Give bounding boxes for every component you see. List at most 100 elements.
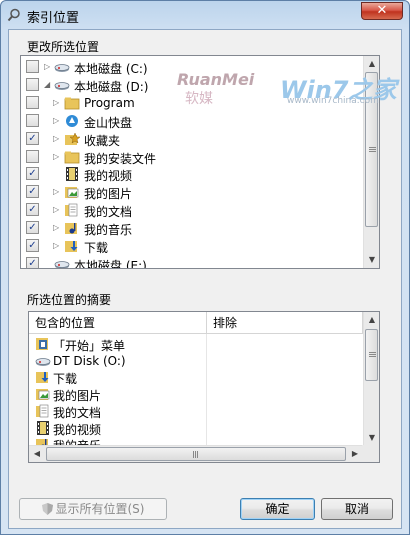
ok-button[interactable]: 确定 [240, 498, 315, 520]
tree-item-label: 本地磁盘 (C:) [74, 62, 148, 76]
folder-icon [64, 96, 80, 110]
table-row[interactable]: 下载 [29, 369, 359, 386]
column-header-excluded[interactable]: 排除 [207, 312, 363, 334]
show-all-label: 显示所有位置(S) [55, 502, 145, 516]
hard-drive-icon [54, 60, 70, 74]
magnifier-icon [7, 8, 20, 22]
tree-item-checkbox[interactable]: ✓ [26, 239, 39, 252]
collapsed-arrow-icon[interactable]: ▷ [53, 133, 61, 144]
cancel-button[interactable]: 取消 [321, 498, 393, 520]
collapsed-arrow-icon[interactable]: ▷ [44, 61, 52, 72]
table-row[interactable]: 我的图片 [29, 386, 359, 403]
kuaipan-icon [64, 114, 80, 128]
tree-item-checkbox[interactable]: ✓ [26, 256, 39, 268]
watermark-brand: RuanMei [177, 70, 255, 89]
tree-item-checkbox[interactable] [26, 113, 39, 127]
change-locations-label: 更改所选位置 [27, 40, 100, 54]
window-title: 索引位置 [27, 11, 80, 26]
tree-item[interactable]: ✓ ▷ 我的文档 [21, 201, 364, 219]
watermark: RuanMei 软媒 Win7之家 www.win7china.com [177, 70, 397, 110]
tree-item-label: 我的文档 [84, 205, 133, 220]
download-icon [64, 239, 80, 253]
table-row[interactable]: DT Disk (O:) [29, 353, 359, 370]
column-header-included[interactable]: 包含的位置 [29, 312, 207, 334]
table-row[interactable]: 我的文档 [29, 403, 359, 420]
start-menu-icon [35, 337, 51, 351]
video-icon [35, 420, 51, 435]
tree-item-label: 本地磁盘 (D:) [74, 79, 149, 94]
tree-item-label: 我的图片 [84, 187, 133, 202]
collapsed-arrow-icon[interactable]: ▷ [53, 97, 61, 108]
tree-item-label: Program [84, 95, 135, 110]
favorites-icon [64, 131, 81, 146]
table-vertical-scrollbar[interactable]: ▲ ▼ [363, 312, 379, 446]
watermark-url: www.win7china.com [287, 96, 379, 106]
collapsed-arrow-icon[interactable]: ▷ [53, 222, 61, 233]
tree-item-label: 下载 [84, 241, 109, 255]
video-icon [64, 167, 80, 182]
collapsed-arrow-icon[interactable]: ▷ [53, 151, 61, 162]
tree-item[interactable]: ✓ ▷ 下载 [21, 237, 364, 255]
tree-item-checkbox[interactable]: ✓ [26, 221, 39, 235]
pictures-icon [35, 387, 51, 401]
scroll-right-arrow-icon[interactable]: ▶ [347, 446, 363, 462]
tree-item-checkbox[interactable] [26, 60, 39, 73]
table-row-label: 下载 [53, 372, 78, 387]
table-row[interactable]: 我的视频 [29, 420, 359, 437]
tree-item[interactable]: ✓ 本地磁盘 (E:) [21, 255, 364, 269]
tree-item-checkbox[interactable]: ✓ [26, 203, 39, 217]
tree-item-label: 金山快盘 [84, 115, 133, 130]
scroll-up-arrow-icon[interactable]: ▲ [364, 312, 379, 328]
hard-drive-icon [54, 78, 70, 92]
tree-item[interactable]: ▷ 我的安装文件 [21, 148, 364, 166]
documents-icon [64, 203, 80, 217]
close-button[interactable]: ✕ [361, 2, 403, 20]
tree-item-checkbox[interactable] [26, 95, 39, 109]
tree-item-label: 本地磁盘 (E:) [74, 258, 147, 269]
hard-drive-icon [35, 354, 51, 368]
tree-item-checkbox[interactable] [26, 149, 39, 163]
tree-item[interactable]: ✓ 我的视频 [21, 165, 364, 183]
table-row-label: DT Disk (O:) [53, 353, 126, 368]
scroll-down-arrow-icon[interactable]: ▼ [364, 430, 379, 446]
tree-item-checkbox[interactable]: ✓ [26, 167, 39, 181]
table-row-label: 我的图片 [53, 389, 102, 404]
uac-shield-icon [41, 503, 53, 515]
tree-item-checkbox[interactable]: ✓ [26, 185, 39, 199]
table-scroll-thumb[interactable] [365, 329, 378, 381]
collapsed-arrow-icon[interactable]: ▷ [53, 186, 61, 197]
pictures-icon [64, 185, 80, 199]
show-all-locations-button[interactable]: 显示所有位置(S) [19, 498, 167, 520]
download-icon [35, 370, 51, 384]
tree-item-label: 收藏夹 [84, 133, 121, 148]
table-row-label: 我的文档 [53, 405, 102, 420]
summary-label: 所选位置的摘要 [27, 293, 112, 307]
tree-item-checkbox[interactable] [26, 77, 39, 91]
collapsed-arrow-icon[interactable]: ▷ [53, 240, 61, 251]
tree-item[interactable]: ✓ ▷ 收藏夹 [21, 130, 364, 148]
documents-icon [35, 404, 51, 418]
table-row[interactable]: 「开始」菜单 [29, 336, 359, 353]
collapsed-arrow-icon[interactable]: ▷ [53, 204, 61, 215]
table-hscroll-thumb[interactable] [46, 447, 346, 461]
table-horizontal-scrollbar[interactable]: ◀ ▶ [29, 445, 363, 462]
tree-item-label: 我的视频 [84, 169, 133, 184]
title-bar[interactable]: 索引位置 ✕ [1, 1, 409, 29]
expanded-arrow-icon[interactable]: ◢ [44, 79, 52, 90]
tree-item-label: 我的安装文件 [84, 151, 157, 166]
table-row-label: 我的视频 [53, 422, 102, 437]
scroll-left-arrow-icon[interactable]: ◀ [29, 446, 45, 462]
summary-table[interactable]: 包含的位置 排除 「开始」菜单 DT Disk (O:) 下载我的图片 我的文档我的视… [28, 311, 380, 463]
tree-item[interactable]: ▷ 金山快盘 [21, 112, 364, 130]
table-row-label: 「开始」菜单 [53, 339, 126, 353]
scroll-down-arrow-icon[interactable]: ▼ [364, 252, 379, 268]
tree-item[interactable]: ✓ ▷ 我的图片 [21, 183, 364, 201]
music-icon [64, 221, 80, 235]
hard-drive-icon [54, 257, 70, 268]
watermark-brand-cn: 软媒 [185, 91, 213, 107]
tree-item-checkbox[interactable]: ✓ [26, 131, 39, 145]
tree-item[interactable]: ✓ ▷ 我的音乐 [21, 219, 364, 237]
collapsed-arrow-icon[interactable]: ▷ [53, 115, 61, 126]
tree-item-label: 我的音乐 [84, 223, 133, 238]
folder-icon [64, 150, 80, 164]
